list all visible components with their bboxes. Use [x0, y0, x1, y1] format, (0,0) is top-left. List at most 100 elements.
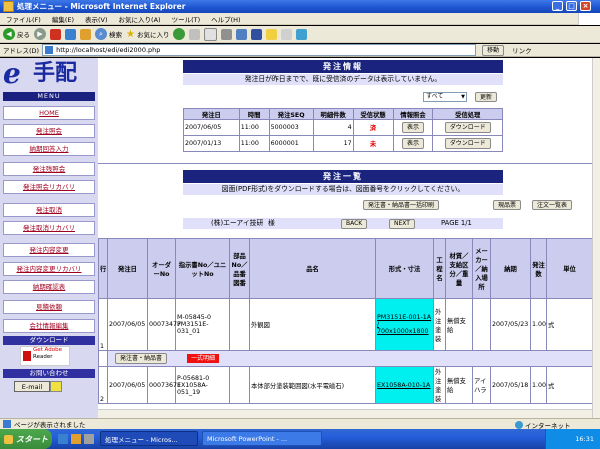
table-row: 1 2007/06/05 00073477 M-05845-0 PM3151E-0… [98, 298, 592, 351]
col-material: 材質／支給区分／重量 [445, 238, 473, 299]
quicklaunch-ie-icon[interactable] [58, 434, 68, 444]
honorific: 様 [268, 219, 275, 227]
sidebar: e 手配 MENU HOME 発注照会 納期回答入力 発注残照会 発注照会リカバ… [0, 58, 98, 418]
order-info-title: 発注情報 [183, 60, 503, 73]
view-button[interactable]: 表示 [402, 138, 425, 149]
order-sheet-button[interactable]: 発注書・納品書 [115, 353, 168, 364]
back-page-button[interactable]: BACK [341, 219, 368, 229]
stop-button[interactable] [50, 28, 61, 40]
task-ie-window[interactable]: 処理メニュー - Micros... [100, 431, 198, 446]
address-url: http://localhost/edi/edi2000.php [56, 46, 161, 54]
col-time: 時間 [238, 108, 270, 120]
col-view: 情報照会 [392, 108, 434, 120]
address-input[interactable]: http://localhost/edi/edi2000.php [42, 44, 477, 56]
col-instr-no: 指示書No／ユニットNo [175, 238, 230, 299]
back-button[interactable]: ◀ 戻る [3, 28, 30, 40]
download-button[interactable]: ダウンロード [444, 138, 491, 149]
menu-favorites[interactable]: お気に入り(A) [119, 14, 161, 24]
col-status: 受信状態 [352, 108, 394, 120]
table-row: 2007/01/13 11:00 6000001 17 未 表示 ダウンロード [183, 135, 503, 152]
sidebar-item-home[interactable]: HOME [3, 106, 95, 120]
page-content: e 手配 MENU HOME 発注照会 納期回答入力 発注残照会 発注照会リカバ… [0, 58, 592, 418]
history-button[interactable] [189, 28, 201, 40]
col-line: 行 [98, 238, 108, 299]
horizontal-scrollbar[interactable] [98, 409, 592, 418]
quicklaunch-desktop-icon[interactable] [71, 434, 81, 444]
status-bar: ページが表示されました インターネット [0, 418, 600, 430]
next-page-button[interactable]: NEXT [389, 219, 415, 229]
ie-app-icon [3, 1, 14, 12]
minimize-button[interactable]: _ [552, 1, 563, 11]
email-icon[interactable] [50, 381, 62, 392]
contact-header: お問い合わせ [3, 369, 95, 378]
extra-button[interactable] [296, 28, 308, 40]
sidebar-item-change[interactable]: 発注内容変更 [3, 243, 95, 257]
edit-button[interactable] [236, 28, 248, 40]
status-badge: 済 [352, 119, 394, 136]
start-button[interactable]: スタート [0, 429, 52, 449]
messenger-button[interactable] [266, 28, 278, 40]
go-button[interactable]: 移動 [482, 44, 505, 56]
order-list-title: 発注一覧 [183, 170, 503, 183]
status-text: ページが表示されました [14, 421, 86, 429]
col-process: 工程名 [433, 238, 446, 299]
order-list-message: 図面(PDF形式)をダウンロードする場合は、図面番号をクリックしてください。 [183, 184, 503, 195]
sidebar-item-company[interactable]: 会社情報編集 [3, 319, 95, 333]
sidebar-item-order-inquiry[interactable]: 発注照会 [3, 124, 95, 138]
maximize-button[interactable]: □ [566, 1, 577, 11]
order-list-button[interactable]: 注文一覧表 [532, 200, 573, 210]
sidebar-item-cancel[interactable]: 発注取消 [3, 203, 95, 217]
menu-file[interactable]: ファイル(F) [6, 14, 41, 24]
view-button[interactable]: 表示 [402, 122, 425, 133]
menu-edit[interactable]: 編集(E) [52, 14, 74, 24]
mail-button[interactable] [204, 27, 218, 41]
print-all-button[interactable]: 発注書・納品書一括印刷 [363, 200, 440, 210]
print-button[interactable] [221, 28, 233, 40]
sidebar-item-delivery-reply[interactable]: 納期回答入力 [3, 142, 95, 156]
menu-view[interactable]: 表示(V) [85, 14, 108, 24]
col-name: 品名 [249, 238, 376, 299]
task-powerpoint-window[interactable]: Microsoft PowerPoint - ... [202, 431, 322, 446]
refresh-button[interactable] [65, 28, 76, 40]
sidebar-item-change-recovery[interactable]: 発注内容変更リカバリ [3, 262, 95, 276]
research-button[interactable] [281, 28, 293, 40]
drawing-link[interactable]: PM3151E-001-1A / 700x1000x1800 [375, 298, 434, 351]
email-button[interactable]: E-mail [14, 381, 50, 392]
vertical-scrollbar[interactable] [592, 58, 600, 418]
sidebar-item-delivery-check[interactable]: 納期確認表 [3, 280, 95, 294]
close-button[interactable]: × [580, 1, 591, 11]
adobe-reader-badge[interactable]: Get Adobe Reader [20, 346, 70, 366]
col-seq: 発注SEQ [268, 108, 314, 120]
ticket-button[interactable]: 現品票 [493, 200, 522, 210]
col-qty: 発注数 [530, 238, 547, 299]
discuss-button[interactable] [251, 28, 263, 40]
browser-toolbar: ◀ 戻る ▶ ⌕ 検索 ★ お気に入り [0, 26, 600, 43]
forward-button[interactable]: ▶ [34, 28, 46, 40]
search-button[interactable]: ⌕ 検索 [95, 28, 122, 40]
menu-tools[interactable]: ツール(T) [172, 14, 201, 24]
links-label[interactable]: リンク [512, 45, 532, 55]
page-indicator: PAGE 1/1 [441, 219, 472, 227]
update-button[interactable]: 更新 [475, 92, 498, 102]
media-button[interactable] [173, 28, 186, 40]
home-button[interactable] [80, 28, 91, 40]
sidebar-item-quote[interactable]: 見積依頼 [3, 300, 95, 314]
menu-help[interactable]: ヘルプ(H) [211, 14, 240, 24]
quicklaunch-explorer-icon[interactable] [84, 434, 94, 444]
sidebar-item-backlog[interactable]: 発注残照会 [3, 162, 95, 176]
sidebar-item-cancel-recovery[interactable]: 発注取消リカバリ [3, 221, 95, 235]
favorites-button[interactable]: ★ お気に入り [126, 29, 169, 40]
filter-select[interactable]: すべて ▼ [423, 92, 467, 102]
order-list-table: 行 発注日 オーダーNo 指示書No／ユニットNo 部品No／品番図番 品名 形… [98, 238, 592, 404]
drawing-link[interactable]: EX1058A-010-1A [375, 366, 434, 404]
detail-button[interactable]: 一式明細 [187, 354, 220, 363]
download-button[interactable]: ダウンロード [444, 122, 491, 133]
e-tehai-logo[interactable]: e 手配 [3, 60, 95, 92]
back-arrow-icon: ◀ [3, 28, 15, 40]
company-name: (株)エーアイ技研 [211, 219, 264, 227]
chevron-down-icon: ▼ [461, 94, 465, 100]
table-row: 2007/06/05 11:00 5000003 4 済 表示 ダウンロード [183, 119, 503, 136]
sidebar-item-order-recovery[interactable]: 発注照会リカバリ [3, 180, 95, 194]
address-label: アドレス(D) [3, 47, 40, 55]
star-icon: ★ [126, 28, 135, 40]
